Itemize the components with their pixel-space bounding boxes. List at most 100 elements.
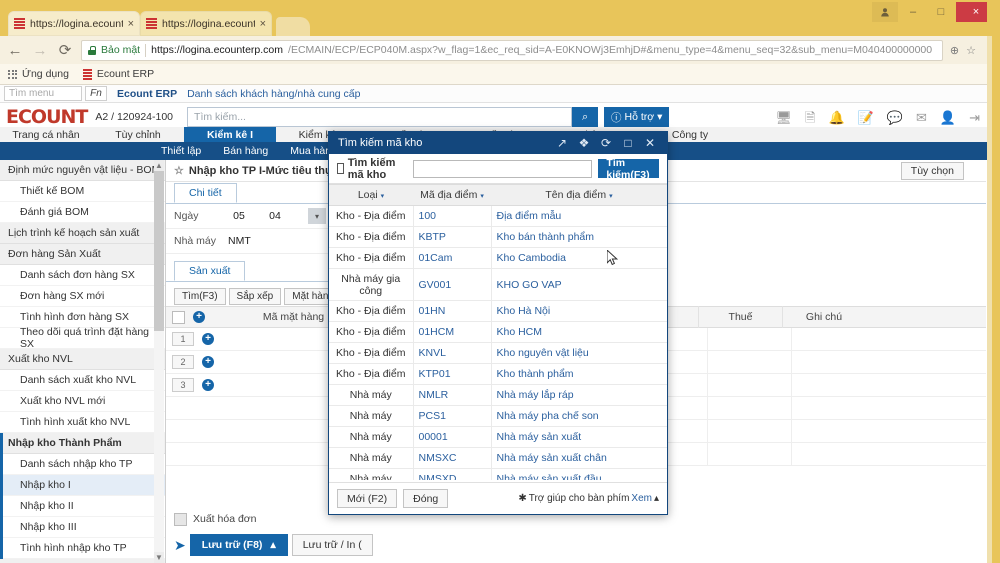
invoice-checkbox[interactable]: [174, 512, 187, 526]
nha-may-value[interactable]: NMT: [228, 235, 251, 247]
close-icon[interactable]: ✕: [639, 136, 661, 150]
search-icon[interactable]: ⌕: [572, 107, 599, 127]
warehouse-row[interactable]: Kho - Địa điểm 100 Địa điểm mẫu: [329, 205, 667, 227]
favorite-star-icon[interactable]: ☆: [174, 164, 184, 177]
dialog-search-button[interactable]: Tìm kiếm(F3): [598, 157, 659, 181]
keyboard-help-link[interactable]: Xem: [631, 493, 652, 504]
sidebar-item-15[interactable]: Nhập kho I: [0, 475, 165, 496]
bookmark-ecount[interactable]: Ecount ERP: [83, 68, 154, 80]
browser-tab-1[interactable]: https://logina.ecounterp ×: [8, 11, 140, 36]
date-picker-icon[interactable]: ▾: [308, 208, 326, 224]
tab-chi-tiet[interactable]: Chi tiết: [174, 183, 237, 203]
save-button[interactable]: Lưu trữ (F8) ▴: [189, 534, 288, 556]
sidebar-item-5[interactable]: Danh sách đơn hàng SX: [0, 265, 165, 286]
profile-icon[interactable]: [872, 2, 898, 22]
pin-icon[interactable]: ❖: [573, 136, 595, 150]
dialog-results-area[interactable]: Loại ▾ Mã địa điểm ▾ Tên địa điểm ▾ Kho - Đ…: [329, 184, 667, 480]
warehouse-row[interactable]: Nhà máy 00001 Nhà máy sản xuất: [329, 426, 667, 448]
date-month-input[interactable]: 05: [228, 210, 250, 222]
warehouse-row[interactable]: Nhà máy NMSXD Nhà máy sản xuất đầu: [329, 468, 667, 480]
browser-tab-2[interactable]: https://logina.ecounterp ×: [140, 11, 272, 36]
sidebar-item-8[interactable]: Theo dõi quá trình đặt hàng SX: [0, 326, 165, 350]
forward-icon[interactable]: →: [31, 42, 49, 59]
sidebar-item-3[interactable]: Lịch trình kế hoạch sản xuất: [0, 223, 165, 244]
sort-button[interactable]: Sắp xếp: [228, 287, 282, 305]
sidebar-scroll-down-icon[interactable]: ▼: [154, 552, 164, 563]
refresh-icon[interactable]: ⟳: [595, 136, 617, 150]
save-print-button[interactable]: Lưu trữ / In (: [291, 534, 373, 556]
zoom-icon[interactable]: ⊕: [950, 44, 959, 57]
bookmark-apps[interactable]: Ứng dụng: [8, 68, 69, 80]
sidebar-item-17[interactable]: Nhập kho III: [0, 517, 165, 538]
cell-ghi-chu[interactable]: [792, 351, 874, 374]
date-day-input[interactable]: 04: [264, 210, 286, 222]
close-button[interactable]: Đóng: [403, 489, 449, 508]
warehouse-search-input[interactable]: [413, 159, 593, 178]
cell-thue[interactable]: [708, 327, 792, 351]
cell-thue[interactable]: [708, 373, 792, 397]
mail-icon[interactable]: ✉: [916, 111, 927, 124]
monitor-add-icon[interactable]: 🖥: [775, 111, 792, 124]
sidebar-item-7[interactable]: Tình hình đơn hàng SX: [0, 307, 165, 328]
sidebar-item-0[interactable]: Định mức nguyên vật liệu - BOM: [0, 160, 165, 181]
warehouse-row[interactable]: Nhà máy PCS1 Nhà máy pha chế son: [329, 405, 667, 427]
address-bar[interactable]: Bảo mật https://logina.ecounterp.com /EC…: [81, 39, 943, 61]
add-row-icon[interactable]: +: [193, 311, 205, 323]
bookmark-star-icon[interactable]: ☆: [966, 44, 976, 57]
th-ma-dia-diem[interactable]: Mã địa điểm ▾: [413, 184, 491, 206]
reload-icon[interactable]: ⟳: [56, 41, 74, 59]
sidebar-scroll-up-icon[interactable]: ▲: [154, 160, 164, 171]
th-loai[interactable]: Loại ▾: [329, 184, 413, 206]
subnav-thiet-lap[interactable]: Thiết lập: [150, 142, 212, 160]
sidebar-scrollbar-thumb[interactable]: [154, 171, 164, 331]
sidebar-item-16[interactable]: Nhập kho II: [0, 496, 165, 517]
send-icon[interactable]: ➤: [174, 537, 186, 554]
new-tab-button[interactable]: [276, 17, 310, 36]
add-row-icon[interactable]: +: [202, 379, 214, 391]
sidebar-item-10[interactable]: Danh sách xuất kho NVL: [0, 370, 165, 391]
th-ten-dia-diem[interactable]: Tên địa điểm ▾: [491, 184, 667, 206]
breadcrumb-page[interactable]: Danh sách khách hàng/nhà cung cấp: [187, 88, 360, 100]
logout-icon[interactable]: ⇥: [969, 111, 980, 124]
sidebar-item-14[interactable]: Danh sách nhập kho TP: [0, 454, 165, 475]
sidebar-item-11[interactable]: Xuất kho NVL mới: [0, 391, 165, 412]
maximize-icon[interactable]: □: [617, 136, 639, 150]
find-button[interactable]: Tìm(F3): [174, 287, 226, 305]
sidebar-item-4[interactable]: Đơn hàng Sản Xuất: [0, 244, 165, 265]
fn-key-button[interactable]: Fn: [85, 86, 107, 101]
warehouse-row[interactable]: Kho - Địa điểm 01HCM Kho HCM: [329, 321, 667, 343]
add-row-icon[interactable]: +: [202, 356, 214, 368]
sidebar-item-18[interactable]: Tình hình nhập kho TP: [0, 538, 165, 559]
warehouse-row[interactable]: Kho - Địa điểm 01HN Kho Hà Nội: [329, 300, 667, 322]
popout-icon[interactable]: ↗: [551, 136, 573, 150]
breadcrumb-app[interactable]: Ecount ERP: [117, 88, 177, 100]
tab-tuy-chinh[interactable]: Tùy chỉnh: [92, 127, 184, 142]
user-icon[interactable]: 👤: [940, 111, 956, 124]
add-row-icon[interactable]: +: [202, 333, 214, 345]
cell-ghi-chu[interactable]: [792, 374, 874, 397]
back-icon[interactable]: ←: [6, 42, 24, 59]
sidebar-item-9[interactable]: Xuất kho NVL: [0, 349, 165, 370]
minimize-button[interactable]: –: [900, 2, 926, 22]
tab-kiem-ke-1[interactable]: Kiểm kê I: [184, 127, 276, 142]
document-icon[interactable]: 🗎: [805, 111, 815, 124]
bell-icon[interactable]: 🔔: [828, 111, 844, 124]
sidebar-item-2[interactable]: Đánh giá BOM: [0, 202, 165, 223]
warehouse-row[interactable]: Nhà máy gia công GV001 KHO GO VAP: [329, 268, 667, 301]
warehouse-row[interactable]: Kho - Địa điểm KTP01 Kho thành phẩm: [329, 363, 667, 385]
sidebar-item-6[interactable]: Đơn hàng SX mới: [0, 286, 165, 307]
select-all-checkbox[interactable]: [172, 310, 185, 324]
keyboard-help[interactable]: ✱ Trợ giúp cho bàn phím Xem ▴: [518, 493, 659, 504]
global-search-input[interactable]: Tìm kiếm...: [187, 107, 573, 127]
dialog-titlebar[interactable]: Tìm kiếm mã kho ↗ ❖ ⟳ □ ✕: [329, 132, 667, 154]
warehouse-row[interactable]: Kho - Địa điểm KBTP Kho bán thành phẩm: [329, 226, 667, 248]
warehouse-row[interactable]: Nhà máy NMLR Nhà máy lắp ráp: [329, 384, 667, 406]
subnav-ban-hang[interactable]: Bán hàng: [212, 142, 279, 160]
tab-trang-ca-nhan[interactable]: Trang cá nhân: [0, 127, 92, 142]
sidebar-item-19[interactable]: Xuất HĐ Gia Công: [0, 559, 165, 563]
note-edit-icon[interactable]: 📝: [858, 111, 874, 124]
chat-icon[interactable]: 💬: [887, 111, 903, 124]
sidebar-item-13[interactable]: Nhập kho Thành Phẩm: [0, 433, 165, 454]
warehouse-row[interactable]: Nhà máy NMSXC Nhà máy sản xuất chân: [329, 447, 667, 469]
sidebar-item-1[interactable]: Thiết kế BOM: [0, 181, 165, 202]
